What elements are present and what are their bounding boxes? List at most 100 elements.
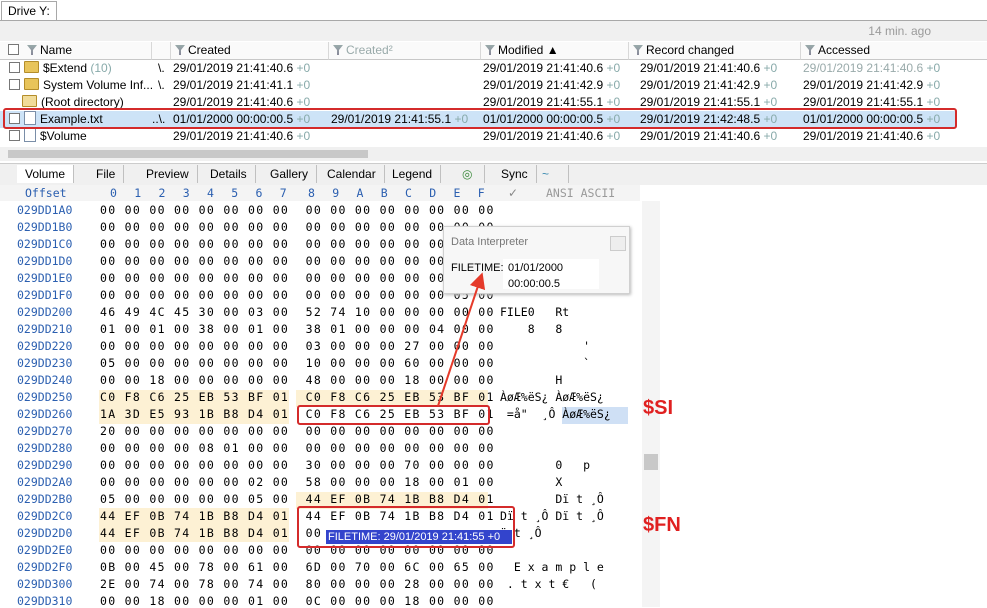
hex-bytes[interactable]: 20 00 00 00 00 00 00 00 00 00 00 00 00 0… xyxy=(100,424,495,438)
hex-column-header: 3 xyxy=(182,186,190,200)
hex-column-header: F xyxy=(477,186,485,200)
drive-tab[interactable]: Drive Y: xyxy=(1,1,57,20)
tab-file[interactable]: File xyxy=(88,165,125,183)
tz: +0 xyxy=(763,95,778,109)
column-header-ext[interactable] xyxy=(152,42,171,60)
hex-bytes[interactable]: 00 00 00 00 00 00 00 00 00 00 00 00 00 0… xyxy=(100,220,495,234)
accessed-value: 29/01/2019 21:41:55.1 xyxy=(803,95,924,109)
filter-icon[interactable] xyxy=(805,45,815,55)
hex-bytes[interactable]: 00 00 18 00 00 00 01 00 0C 00 00 00 18 0… xyxy=(100,594,495,608)
filter-icon[interactable] xyxy=(633,45,643,55)
filter-icon[interactable] xyxy=(27,45,37,55)
scrollbar-thumb[interactable] xyxy=(8,150,368,158)
created-value: 29/01/2019 21:41:40.6 xyxy=(173,61,294,75)
column-header-name[interactable]: Name xyxy=(0,42,152,60)
select-all-checkbox[interactable] xyxy=(8,44,19,55)
hex-offset: 029DD270 xyxy=(17,424,73,438)
hex-header xyxy=(0,185,640,201)
data-interpreter-title: Data Interpreter xyxy=(451,236,529,248)
column-header-record-changed[interactable]: Record changed xyxy=(629,42,801,60)
arrow-icon xyxy=(437,272,486,407)
hex-bytes[interactable]: 00 00 00 00 00 00 00 00 00 00 00 00 00 0… xyxy=(100,203,495,217)
tab-sync[interactable]: Sync xyxy=(493,165,537,183)
tz: +0 xyxy=(763,61,778,75)
hex-bytes[interactable]: 00 00 00 00 08 01 00 00 00 00 00 00 00 0… xyxy=(100,441,495,455)
hex-bytes[interactable]: 00 00 00 00 00 00 00 00 30 00 00 00 70 0… xyxy=(100,458,495,472)
tz: +0 xyxy=(296,78,311,92)
hex-bytes[interactable]: 0B 00 45 00 78 00 61 00 6D 00 70 00 6C 0… xyxy=(100,560,495,574)
column-header-accessed[interactable]: Accessed xyxy=(801,42,987,60)
record-value: 29/01/2019 21:41:40.6 xyxy=(640,129,761,143)
tab-sync-arrow[interactable]: ~ xyxy=(538,165,569,183)
globe-icon: ◎ xyxy=(462,167,473,181)
hex-bytes[interactable]: 00 00 00 00 00 00 02 00 58 00 00 00 18 0… xyxy=(100,475,495,489)
hex-offset: 029DD1D0 xyxy=(17,254,73,268)
file-ext: \. xyxy=(158,78,165,92)
hex-bytes[interactable]: 00 00 00 00 00 00 00 00 00 00 00 00 00 0… xyxy=(100,254,495,268)
tab-gallery[interactable]: Gallery xyxy=(262,165,318,183)
file-row[interactable]: $Extend (10) \. 29/01/2019 21:41:40.6 +0… xyxy=(0,60,955,77)
tz: +0 xyxy=(763,78,778,92)
file-name: (Root directory) xyxy=(41,95,124,109)
file-list: Name Created Created² Modified ▲ Record … xyxy=(0,42,987,146)
close-icon[interactable] xyxy=(610,236,626,251)
column-label: Record changed xyxy=(646,43,735,57)
hex-column-header: A xyxy=(356,186,364,200)
tab-globe[interactable]: ◎ xyxy=(458,165,485,183)
tz: +0 xyxy=(606,129,621,143)
hex-column-header: 5 xyxy=(231,186,239,200)
ansi-text: Dï t ¸Ô Dï t ¸Ô xyxy=(500,509,604,523)
hex-offset: 029DD210 xyxy=(17,322,73,336)
modified-value: 29/01/2019 21:41:42.9 xyxy=(483,78,604,92)
row-checkbox[interactable] xyxy=(9,62,20,73)
scrollbar-thumb[interactable] xyxy=(644,454,658,470)
document-icon xyxy=(24,128,36,142)
hex-offset: 029DD1B0 xyxy=(17,220,73,234)
tz: +0 xyxy=(763,129,778,143)
file-row[interactable]: $Volume 29/01/2019 21:41:40.6 +0 29/01/2… xyxy=(0,128,955,145)
tab-legend[interactable]: Legend xyxy=(384,165,442,183)
si-label: $SI xyxy=(643,397,674,419)
ansi-text: =å" ¸Ô ÀøÆ%ëS¿ xyxy=(500,407,611,421)
column-label: Accessed xyxy=(818,43,871,57)
tab-details[interactable]: Details xyxy=(202,165,256,183)
hex-offset: 029DD220 xyxy=(17,339,73,353)
hex-offset: 029DD290 xyxy=(17,458,73,472)
tab-calendar[interactable]: Calendar xyxy=(319,165,385,183)
hex-offset: 029DD2D0 xyxy=(17,526,73,540)
column-header-created2[interactable]: Created² xyxy=(329,42,481,60)
hex-offset: 029DD2A0 xyxy=(17,475,73,489)
tz: +0 xyxy=(926,95,941,109)
ansi-text: ' xyxy=(500,339,591,353)
hex-column-header: 0 xyxy=(110,186,117,200)
ansi-text: FILE0 Rt xyxy=(500,305,570,319)
file-name: System Volume Inf... xyxy=(43,78,152,92)
ansi-text: Dï t ¸Ô xyxy=(500,492,604,506)
hex-bytes[interactable]: 00 00 00 00 00 00 00 00 00 00 00 00 00 0… xyxy=(100,237,495,251)
hex-bytes[interactable]: 2E 00 74 00 78 00 74 00 80 00 00 00 28 0… xyxy=(100,577,495,591)
hex-offset: 029DD2F0 xyxy=(17,560,73,574)
hex-column-header: 8 xyxy=(308,186,315,200)
filter-icon[interactable] xyxy=(333,45,343,55)
column-label: Created² xyxy=(346,43,393,57)
row-checkbox[interactable] xyxy=(9,79,20,90)
file-row[interactable]: System Volume Inf... \. 29/01/2019 21:41… xyxy=(0,77,955,94)
filter-icon[interactable] xyxy=(175,45,185,55)
tab-preview[interactable]: Preview xyxy=(138,165,198,183)
hex-offset: 029DD310 xyxy=(17,594,73,608)
hex-column-header: B xyxy=(380,186,388,200)
row-checkbox[interactable] xyxy=(9,130,20,141)
column-header-created[interactable]: Created xyxy=(171,42,329,60)
hex-column-header: E xyxy=(453,186,461,200)
hex-bytes[interactable]: 44 EF 0B 74 1B B8 D4 01 00 xyxy=(100,526,322,540)
filter-icon[interactable] xyxy=(485,45,495,55)
tz: +0 xyxy=(606,78,621,92)
hex-bytes[interactable]: 05 00 00 00 00 00 05 00 44 EF 0B 74 1B B… xyxy=(100,492,495,506)
ansi-text: X xyxy=(500,475,563,489)
column-header-modified[interactable]: Modified ▲ xyxy=(481,42,629,60)
tz: +0 xyxy=(296,95,311,109)
tab-volume[interactable]: Volume xyxy=(17,165,75,183)
ansi-text: E x a m p l e xyxy=(500,560,604,574)
hex-offset: 029DD1E0 xyxy=(17,271,73,285)
hex-offset: 029DD250 xyxy=(17,390,73,404)
